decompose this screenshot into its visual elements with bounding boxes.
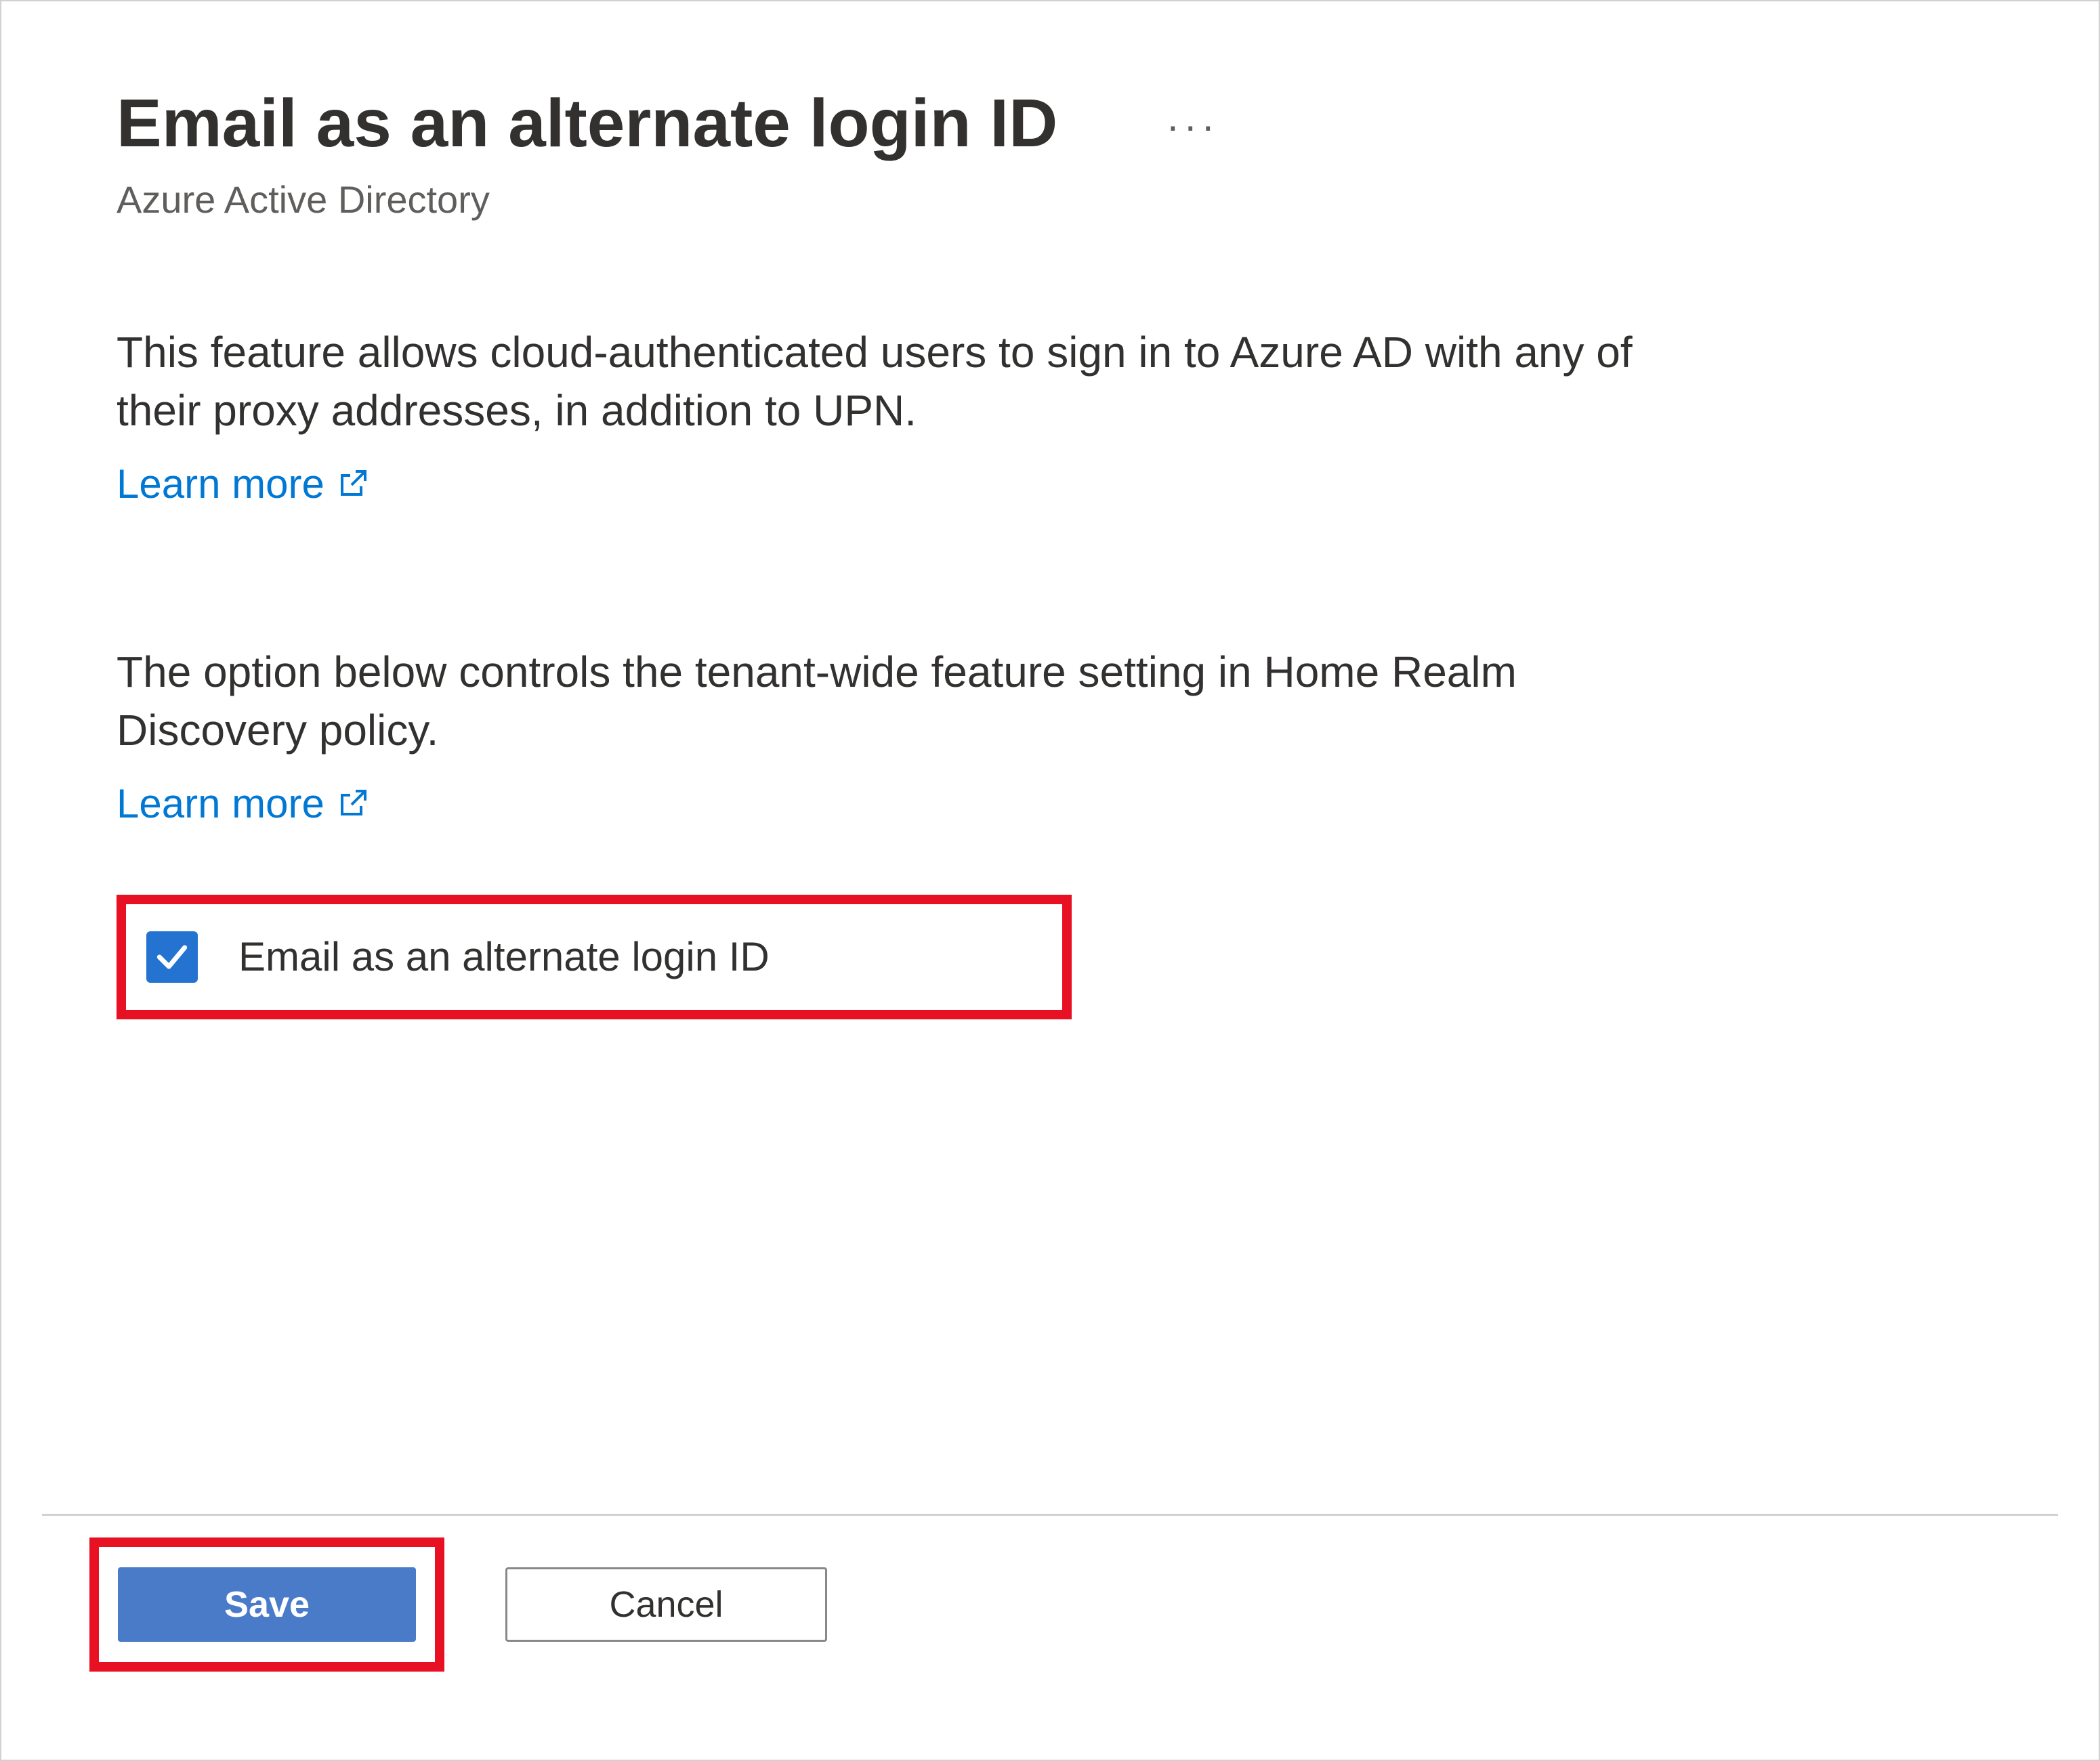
external-link-icon [337,787,369,820]
checkbox-highlight: Email as an alternate login ID [117,895,1072,1019]
external-link-icon [337,467,369,500]
feature-description: This feature allows cloud-authenticated … [117,323,1641,440]
learn-more-feature-label: Learn more [117,461,324,507]
policy-description: The option below controls the tenant-wid… [117,643,1641,760]
settings-panel: Email as an alternate login ID ··· Azure… [0,0,2100,1761]
page-subtitle: Azure Active Directory [117,177,1983,221]
save-button[interactable]: Save [118,1567,416,1642]
check-icon [153,938,191,976]
policy-section: The option below controls the tenant-wid… [117,643,1983,827]
save-highlight: Save [89,1537,444,1672]
divider [42,1514,2058,1516]
button-bar: Save Cancel [89,1537,827,1672]
checkbox-label: Email as an alternate login ID [238,933,770,980]
more-icon[interactable]: ··· [1166,102,1219,149]
cancel-button[interactable]: Cancel [505,1567,827,1642]
learn-more-policy-label: Learn more [117,780,324,827]
header-row: Email as an alternate login ID ··· [117,83,1983,164]
learn-more-policy-link[interactable]: Learn more [117,780,369,827]
page-title: Email as an alternate login ID [117,83,1057,164]
feature-section: This feature allows cloud-authenticated … [117,323,1983,507]
email-alternate-login-checkbox[interactable] [146,931,198,983]
learn-more-feature-link[interactable]: Learn more [117,461,369,507]
